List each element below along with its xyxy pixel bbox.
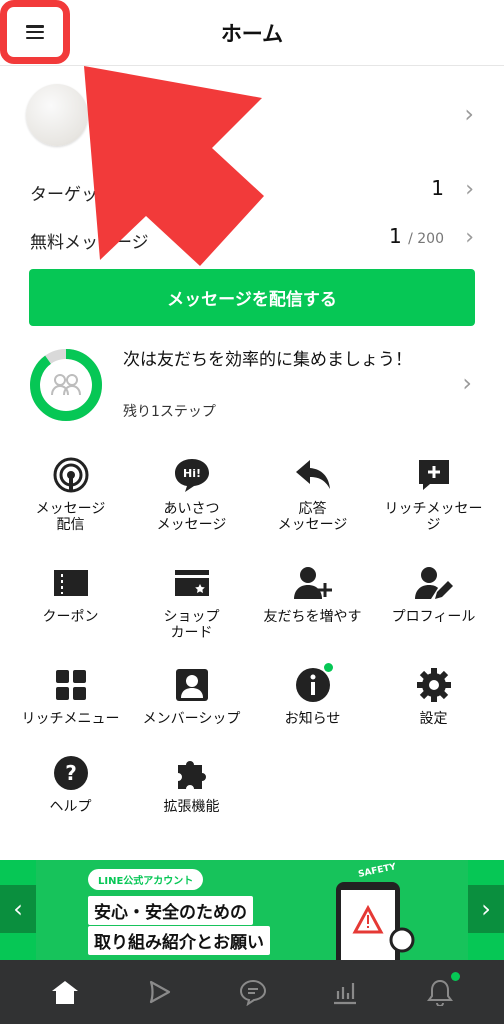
chevron-right-icon: ›	[465, 177, 474, 202]
tile-message-broadcast[interactable]: メッセージ 配信	[10, 455, 131, 533]
tile-shop-card[interactable]: ショップ カード	[131, 563, 252, 641]
promo-banner[interactable]: LINE公式アカウント 安心・安全のための 取り組み紹介とお願い SAFETY …	[0, 860, 504, 960]
svg-text:?: ?	[65, 761, 77, 785]
info-icon	[293, 663, 333, 705]
home-icon	[52, 981, 78, 1004]
progress-ring	[30, 349, 102, 421]
coupon-icon	[51, 563, 91, 603]
tile-auto-reply[interactable]: 応答 メッセージ	[252, 455, 373, 533]
tile-notices[interactable]: お知らせ	[252, 663, 373, 727]
tile-label: 拡張機能	[163, 799, 220, 815]
stat-row-free-messages[interactable]: 無料メッセージ 1 / 200 ›	[30, 224, 474, 254]
chart-icon	[334, 983, 356, 1005]
chevron-right-icon: ›	[464, 100, 474, 128]
puzzle-icon	[172, 753, 212, 793]
bottom-tab-bar	[0, 960, 504, 1024]
progress-message: 次は友だちを効率的に集めましょう！	[123, 350, 412, 370]
tile-add-friends[interactable]: 友だちを増やす	[252, 563, 373, 625]
broadcast-icon	[51, 455, 91, 495]
notification-dot	[451, 972, 460, 981]
tile-label: メッセージ 配信	[35, 501, 106, 533]
tab-voom[interactable]	[139, 972, 179, 1012]
send-message-button[interactable]: メッセージを配信する	[29, 269, 475, 326]
app-header: ホーム	[0, 0, 504, 66]
tile-label: クーポン	[42, 609, 99, 625]
tile-rich-menu[interactable]: リッチメニュー	[10, 665, 131, 727]
tile-label: ショップ カード	[163, 609, 220, 641]
notification-dot	[323, 663, 333, 672]
tab-notifications[interactable]	[420, 972, 460, 1012]
tile-extensions[interactable]: 拡張機能	[131, 753, 252, 815]
banner-headline-2: 取り組み紹介とお願い	[88, 926, 270, 955]
banner-badge: LINE公式アカウント	[88, 869, 204, 890]
play-icon	[149, 980, 171, 1004]
rich-message-icon	[414, 455, 454, 495]
stat-value: 1 / 200	[389, 224, 444, 248]
tile-coupon[interactable]: クーポン	[10, 563, 131, 625]
progress-remaining: 残り1ステップ	[123, 404, 216, 420]
stat-label: 無料メッセージ	[30, 233, 149, 253]
profile-edit-icon	[414, 563, 454, 603]
chevron-right-icon: ›	[462, 369, 472, 397]
tile-label: リッチメニュー	[21, 711, 120, 727]
tile-label: リッチメッセー ジ	[384, 501, 483, 533]
tile-rich-message[interactable]: リッチメッセー ジ	[373, 455, 494, 533]
banner-next-button[interactable]: ›	[468, 885, 504, 933]
tile-greeting-message[interactable]: Hi! あいさつ メッセージ	[131, 455, 252, 533]
help-icon: ?	[51, 753, 91, 793]
phone-warning-icon	[336, 882, 415, 960]
rich-menu-icon	[51, 665, 91, 705]
account-profile-row[interactable]: ›	[26, 84, 478, 148]
tile-label: メンバーシップ	[142, 711, 241, 727]
membership-icon	[172, 665, 212, 705]
tile-label: お知らせ	[284, 711, 341, 727]
banner-slide[interactable]: LINE公式アカウント 安心・安全のための 取り組み紹介とお願い SAFETY	[36, 860, 468, 960]
banner-headline-1: 安心・安全のための	[88, 896, 253, 925]
reply-icon	[293, 455, 333, 495]
chevron-right-icon: ›	[465, 225, 474, 250]
onboarding-progress-row[interactable]: 次は友だちを効率的に集めましょう！ 残り1ステップ ›	[28, 345, 476, 427]
chat-icon	[239, 979, 267, 1006]
page-title: ホーム	[220, 22, 284, 46]
stat-value: 1	[431, 176, 444, 200]
tile-help[interactable]: ? ヘルプ	[10, 753, 131, 815]
tile-label: あいさつ メッセージ	[156, 501, 227, 533]
svg-text:Hi!: Hi!	[183, 467, 201, 480]
tile-label: ヘルプ	[49, 799, 92, 815]
tile-settings[interactable]: 設定	[373, 665, 494, 727]
tile-profile[interactable]: プロフィール	[373, 563, 494, 625]
tile-membership[interactable]: メンバーシップ	[131, 665, 252, 727]
tab-chat[interactable]	[233, 972, 273, 1012]
shop-card-icon	[172, 563, 212, 603]
add-friend-icon	[293, 563, 333, 603]
tile-label: 応答 メッセージ	[277, 501, 348, 533]
friends-icon	[51, 374, 81, 396]
tab-home[interactable]	[45, 972, 85, 1012]
avatar[interactable]	[26, 84, 88, 146]
banner-safety-label: SAFETY	[357, 862, 398, 880]
tile-label: 友だちを増やす	[263, 609, 362, 625]
tab-analytics[interactable]	[325, 972, 365, 1012]
bell-icon	[427, 979, 453, 1006]
gear-icon	[414, 665, 454, 705]
stat-row-target-reach[interactable]: ターゲットリーチ 1 ›	[30, 176, 474, 206]
tile-label: 設定	[419, 711, 448, 727]
greeting-icon: Hi!	[172, 455, 212, 495]
stat-label: ターゲットリーチ	[30, 185, 166, 205]
banner-prev-button[interactable]: ‹	[0, 885, 36, 933]
tile-label: プロフィール	[391, 609, 476, 625]
